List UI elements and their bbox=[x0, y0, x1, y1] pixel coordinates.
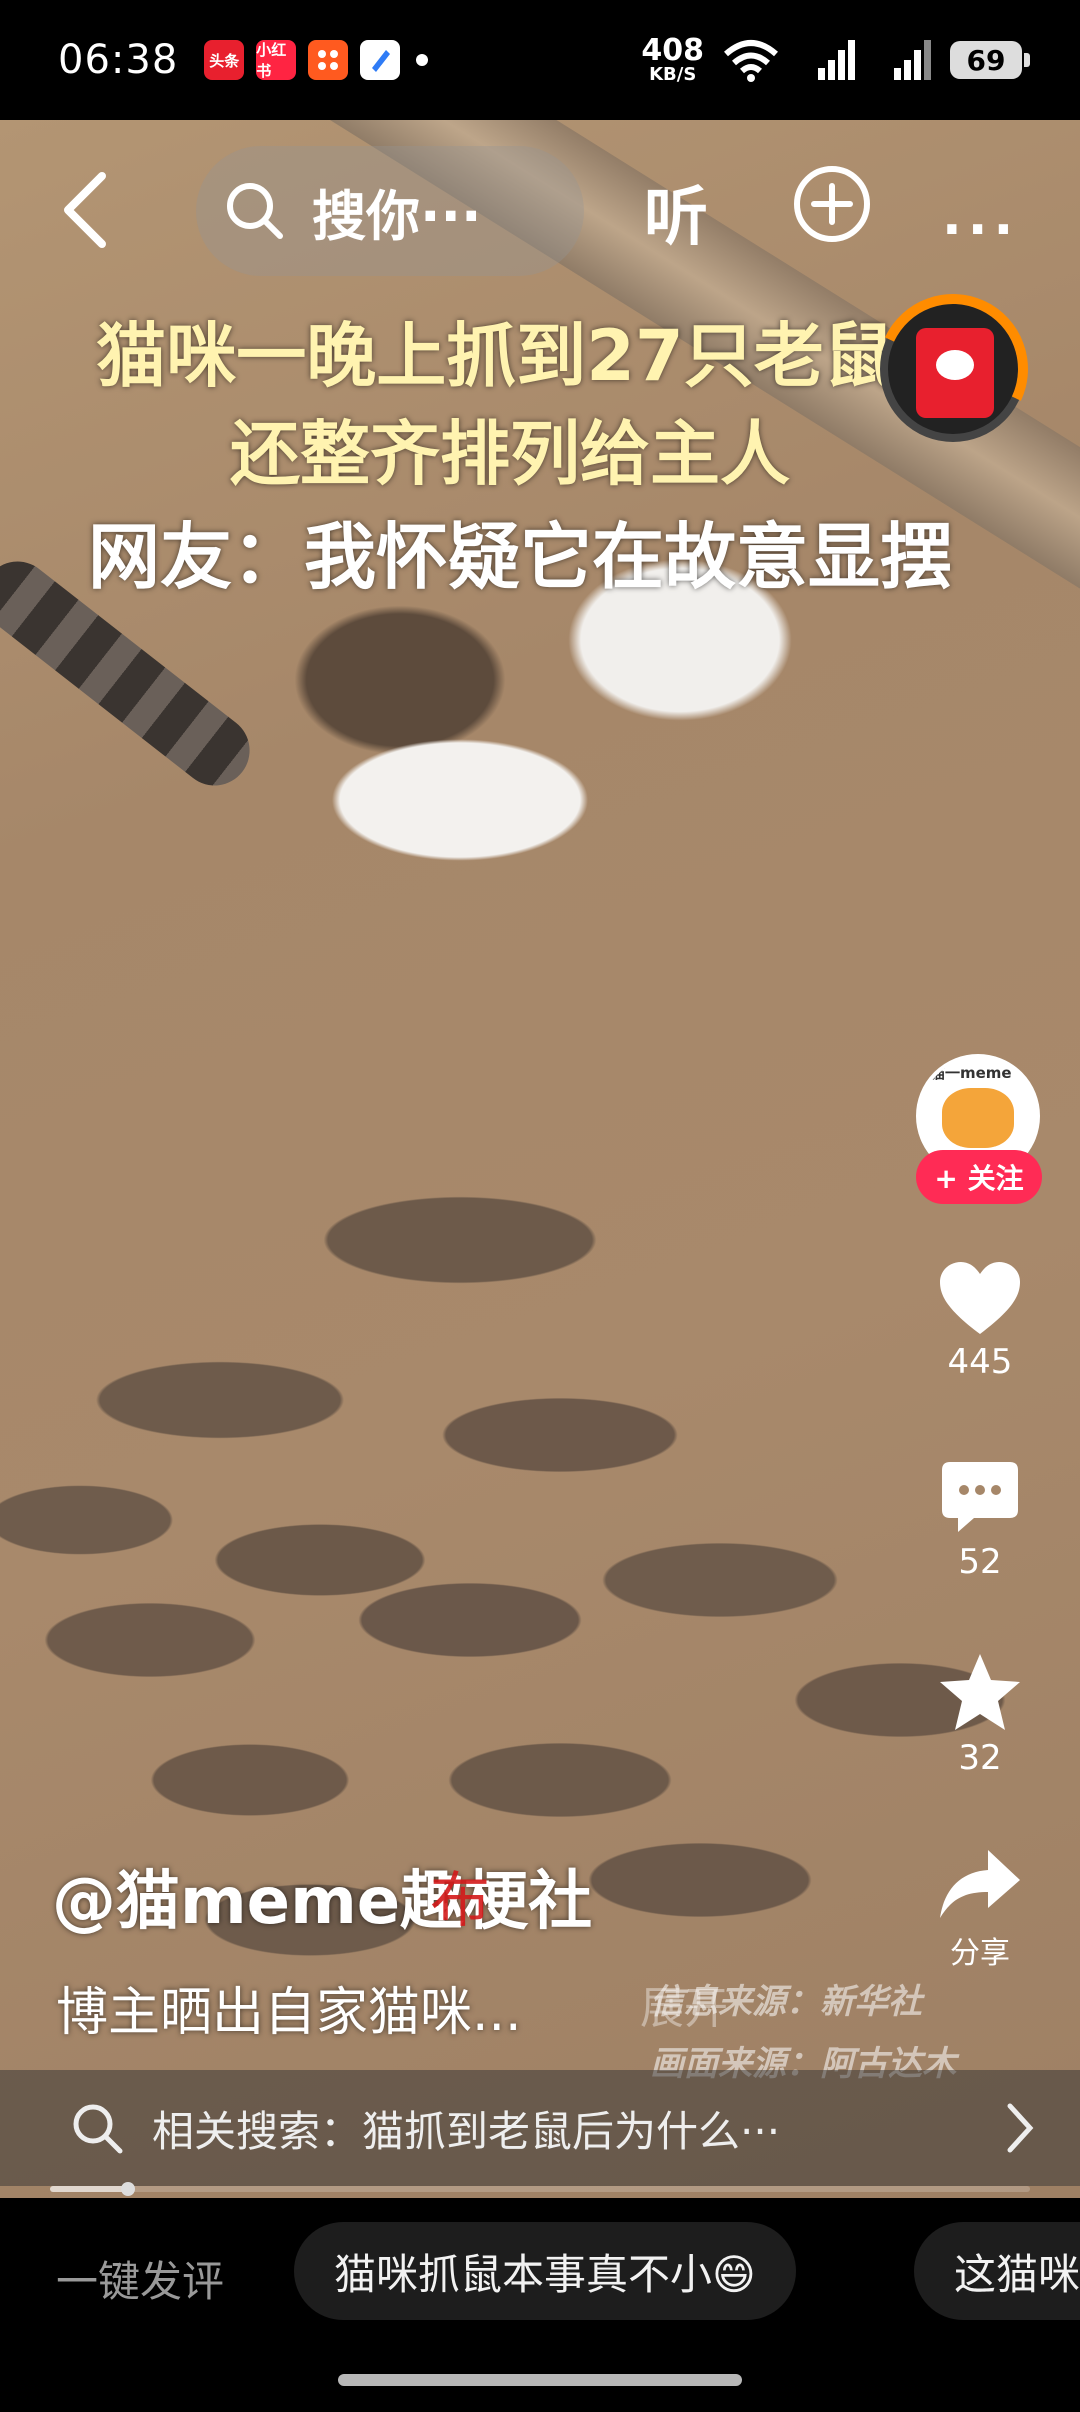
comment-button[interactable]: 52 bbox=[930, 1460, 1030, 1582]
video-caption-line3: 网友：我怀疑它在故意显摆 bbox=[87, 515, 952, 599]
status-bar: 06:38 头条 小红书 408 KB/S 69 bbox=[0, 0, 1080, 120]
one-key-comment-label: 一键发评 bbox=[56, 2257, 225, 2306]
network-speed-value: 408 bbox=[641, 33, 704, 68]
signal-icon bbox=[818, 40, 855, 80]
share-button[interactable]: 分享 bbox=[930, 1846, 1030, 1972]
video-progress-bar[interactable] bbox=[50, 2182, 1030, 2196]
quick-comment-bar: 一键发评 猫咪抓鼠本事真不小😄 这猫咪 bbox=[0, 2198, 1080, 2412]
star-icon bbox=[940, 1654, 1020, 1730]
back-icon[interactable] bbox=[58, 170, 118, 250]
post-description[interactable]: 博主晒出自家猫咪... bbox=[56, 1970, 522, 2045]
red-envelope-seal bbox=[936, 350, 974, 380]
search-placeholder: 搜你··· bbox=[312, 184, 482, 248]
home-indicator[interactable] bbox=[338, 2374, 742, 2386]
share-label: 分享 bbox=[950, 1936, 1010, 1971]
video-watermark: 布 bbox=[430, 1866, 490, 1936]
heart-icon bbox=[940, 1262, 1020, 1334]
follow-button[interactable]: + 关注 bbox=[916, 1150, 1042, 1204]
search-bar[interactable]: 搜你··· bbox=[196, 146, 584, 276]
quick-comment-chip[interactable]: 这猫咪 bbox=[914, 2222, 1080, 2320]
xiaohongshu-icon: 小红书 bbox=[256, 40, 297, 80]
related-search-text: 相关搜索：猫抓到老鼠后为什么··· bbox=[152, 2106, 781, 2156]
app-blue-icon bbox=[360, 40, 401, 80]
avatar-tag: 猫一meme bbox=[930, 1064, 1012, 1082]
share-icon bbox=[940, 1850, 1020, 1918]
status-time: 06:38 bbox=[58, 37, 179, 83]
comment-icon bbox=[942, 1462, 1018, 1532]
quick-comment-chip[interactable]: 猫咪抓鼠本事真不小😄 bbox=[294, 2222, 796, 2320]
network-speed: 408 KB/S bbox=[641, 36, 704, 84]
listen-button[interactable]: 听 bbox=[644, 166, 708, 258]
chevron-right-icon bbox=[1007, 2103, 1034, 2153]
author-name[interactable]: @猫meme趣梗社 bbox=[52, 1850, 592, 1942]
favorite-button[interactable]: 32 bbox=[930, 1652, 1030, 1778]
comment-count: 52 bbox=[958, 1542, 1002, 1582]
related-search-bar[interactable]: 相关搜索：猫抓到老鼠后为什么··· bbox=[0, 2070, 1080, 2186]
more-notifications-dot bbox=[416, 54, 429, 66]
search-icon bbox=[227, 183, 283, 239]
video-source-news: 信息来源：新华社 bbox=[650, 1982, 922, 2022]
search-icon bbox=[73, 2104, 123, 2154]
notification-icons: 头条 小红书 bbox=[204, 40, 401, 80]
battery-indicator: 69 bbox=[950, 41, 1030, 79]
wifi-icon bbox=[724, 40, 778, 82]
like-button[interactable]: 445 bbox=[930, 1260, 1030, 1382]
more-options-button[interactable]: ··· bbox=[942, 200, 1019, 260]
video-progress-fill bbox=[50, 2186, 129, 2192]
network-speed-unit: KB/S bbox=[649, 64, 697, 85]
app-orange-icon bbox=[308, 40, 349, 80]
toutiao-icon: 头条 bbox=[204, 40, 245, 80]
like-count: 445 bbox=[947, 1342, 1013, 1382]
signal-icon-2 bbox=[894, 40, 931, 80]
cat-avatar-icon bbox=[942, 1088, 1014, 1148]
add-icon[interactable] bbox=[792, 164, 872, 244]
red-packet-button[interactable] bbox=[856, 272, 1050, 466]
favorite-count: 32 bbox=[958, 1738, 1002, 1778]
